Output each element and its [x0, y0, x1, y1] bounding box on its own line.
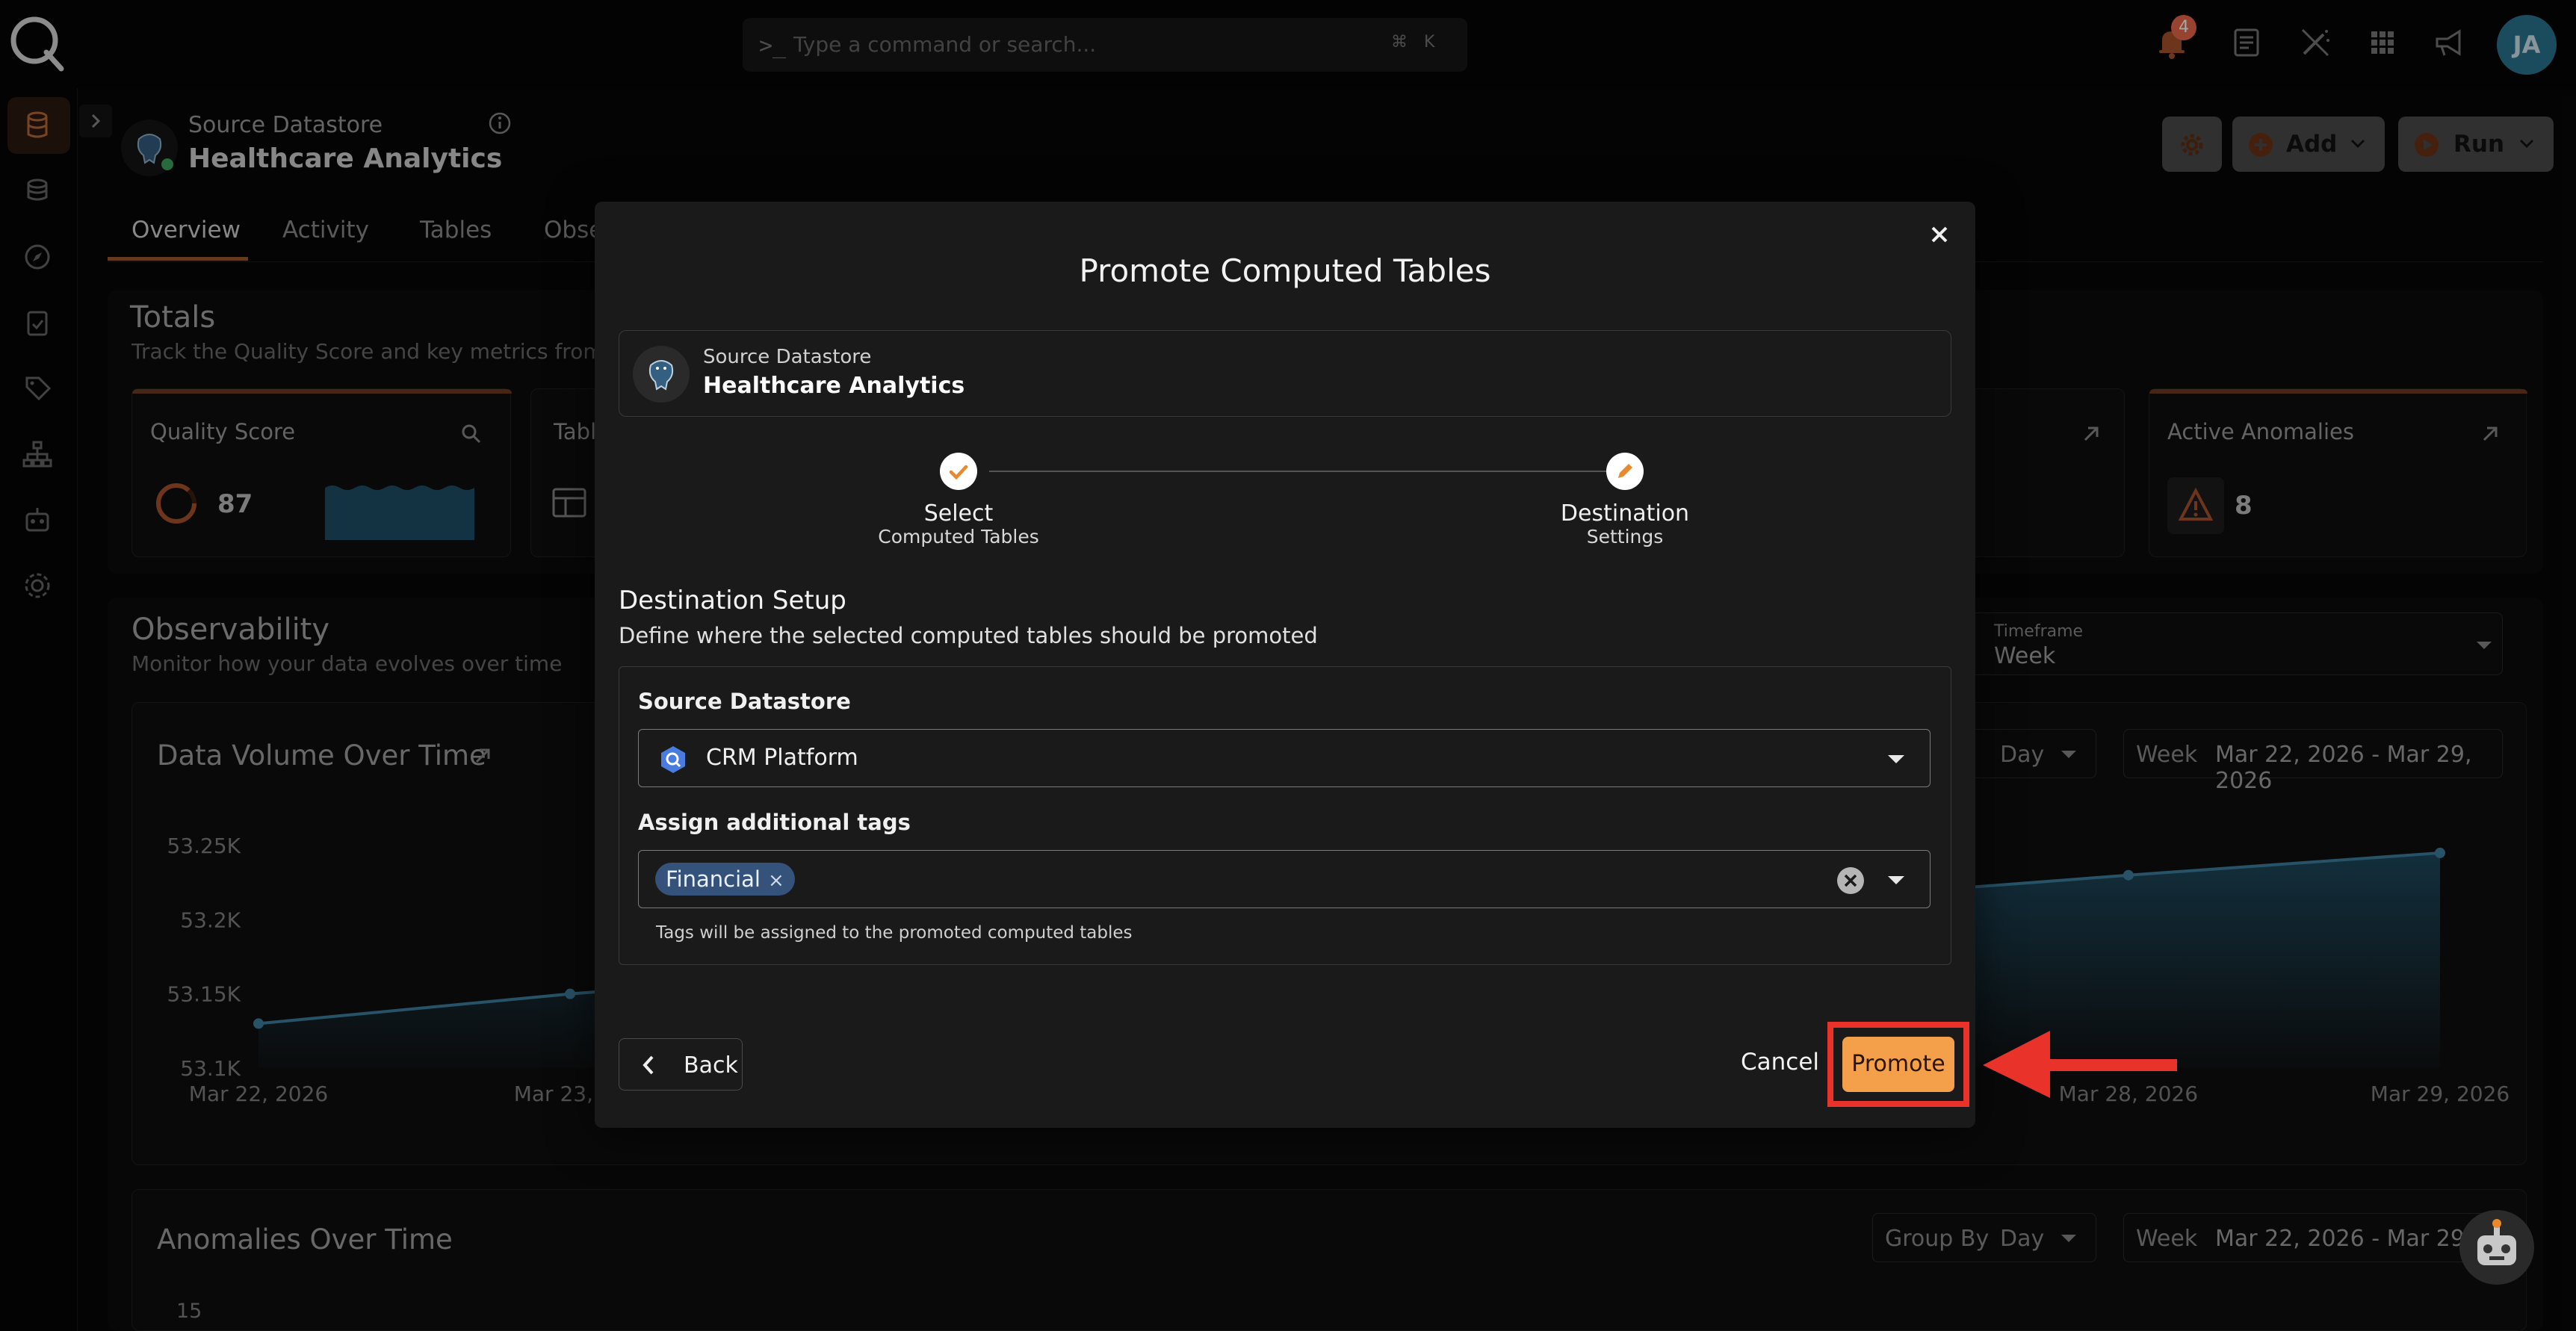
chip-remove-icon[interactable]: × — [768, 869, 784, 892]
tags-helper-text: Tags will be assigned to the promoted co… — [656, 923, 1133, 943]
promote-label: Promote — [1851, 1051, 1945, 1077]
close-icon[interactable] — [1926, 221, 1953, 248]
selected-datastore: CRM Platform — [706, 745, 858, 771]
back-button[interactable]: Back — [619, 1038, 743, 1090]
step-active-pencil-icon — [1606, 453, 1644, 490]
caret-down-icon — [1888, 755, 1904, 763]
bigquery-logo-icon — [658, 745, 688, 775]
section-title: Destination Setup — [619, 586, 846, 615]
section-description: Define where the selected computed table… — [619, 623, 1318, 648]
promote-button[interactable]: Promote — [1842, 1037, 1954, 1092]
step-1-subtitle: Computed Tables — [878, 526, 1039, 547]
source-datastore-summary: Source Datastore Healthcare Analytics — [619, 330, 1951, 417]
tag-chip: Financial × — [655, 863, 795, 896]
step-1-title: Select — [923, 500, 994, 527]
step-2-subtitle: Settings — [1586, 526, 1664, 547]
clear-circle-icon[interactable] — [1836, 866, 1866, 896]
annotation-arrow-icon — [1983, 1031, 2177, 1098]
back-label: Back — [684, 1052, 738, 1079]
caret-down-icon — [1888, 876, 1904, 884]
cancel-button[interactable]: Cancel — [1741, 1049, 1819, 1076]
datastore-field-label: Source Datastore — [638, 689, 851, 714]
tag-chip-label: Financial — [666, 866, 761, 892]
stepper-connector — [989, 471, 1624, 472]
tags-multiselect[interactable]: Financial × — [638, 850, 1931, 908]
destination-datastore-select[interactable]: CRM Platform — [638, 729, 1931, 787]
tags-field-label: Assign additional tags — [638, 810, 911, 835]
step-complete-check-icon — [940, 453, 977, 490]
source-datastore-label: Source Datastore — [703, 346, 872, 368]
source-datastore-name: Healthcare Analytics — [703, 373, 965, 399]
postgres-logo-icon — [633, 346, 690, 403]
step-2-title: Destination — [1560, 500, 1690, 527]
assistant-bot-icon[interactable] — [2459, 1210, 2534, 1285]
dialog-title: Promote Computed Tables — [1079, 252, 1491, 289]
chevron-left-icon — [643, 1055, 654, 1075]
